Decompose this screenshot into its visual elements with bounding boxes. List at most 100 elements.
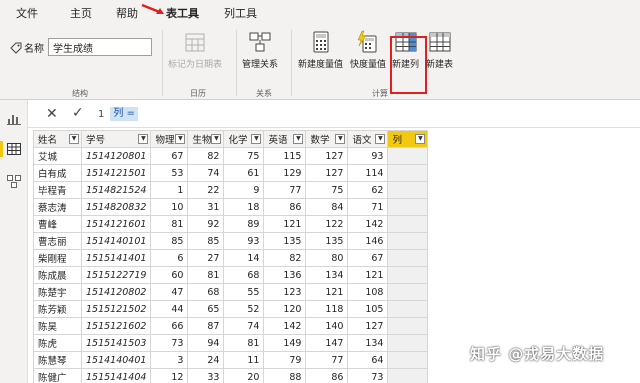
table-cell[interactable]: 135	[305, 232, 349, 250]
table-cell[interactable]: 陈昊	[33, 317, 82, 335]
table-cell[interactable]: 71	[347, 198, 389, 216]
table-cell[interactable]: 89	[223, 215, 265, 233]
table-cell[interactable]: 1514140101	[80, 232, 152, 250]
table-cell[interactable]: 94	[187, 334, 225, 352]
table-cell[interactable]: 121	[305, 283, 349, 301]
table-cell[interactable]: 75	[305, 181, 349, 199]
table-cell[interactable]: 93	[223, 232, 265, 250]
table-name-input[interactable]	[48, 38, 152, 56]
new-column-cell[interactable]	[387, 147, 429, 165]
new-column-cell[interactable]	[387, 232, 429, 250]
table-cell[interactable]: 1514121601	[80, 215, 152, 233]
table-cell[interactable]: 84	[305, 198, 349, 216]
table-cell[interactable]: 1514120801	[80, 147, 152, 165]
table-cell[interactable]: 67	[347, 249, 389, 267]
table-cell[interactable]: 121	[263, 215, 307, 233]
table-cell[interactable]: 1	[150, 181, 189, 199]
new-column-cell[interactable]	[387, 249, 429, 267]
table-cell[interactable]: 108	[347, 283, 389, 301]
bar-chart-icon[interactable]	[6, 110, 22, 126]
table-cell[interactable]: 86	[305, 368, 349, 383]
table-cell[interactable]: 曹峰	[33, 215, 82, 233]
table-cell[interactable]: 73	[347, 368, 389, 383]
new-measure-button[interactable]: 新建度量值	[298, 30, 343, 70]
table-cell[interactable]: 134	[305, 266, 349, 284]
column-header[interactable]: 学号 ▼	[80, 130, 152, 148]
table-cell[interactable]: 1514821524	[80, 181, 152, 199]
table-cell[interactable]: 74	[223, 317, 265, 335]
table-cell[interactable]: 14	[223, 249, 265, 267]
table-cell[interactable]: 9	[223, 181, 265, 199]
filter-dropdown-icon[interactable]: ▼	[211, 134, 222, 144]
table-cell[interactable]: 93	[347, 147, 389, 165]
table-cell[interactable]: 1515141404	[80, 368, 152, 383]
filter-dropdown-icon[interactable]: ▼	[69, 134, 79, 144]
table-cell[interactable]: 1514820832	[80, 198, 152, 216]
column-header[interactable]: 英语 ▼	[263, 130, 307, 148]
table-cell[interactable]: 136	[263, 266, 307, 284]
manage-relationships-button[interactable]: 管理关系	[242, 30, 278, 70]
new-column-cell[interactable]	[387, 334, 429, 352]
formula-input[interactable]: 1 列 =	[98, 106, 138, 122]
filter-dropdown-icon[interactable]: ▼	[335, 134, 346, 144]
table-cell[interactable]: 柴剛程	[33, 249, 82, 267]
table-cell[interactable]: 86	[263, 198, 307, 216]
table-cell[interactable]: 134	[347, 334, 389, 352]
menu-table-tools[interactable]: 表工具	[166, 5, 199, 26]
table-cell[interactable]: 92	[187, 215, 225, 233]
table-cell[interactable]: 127	[347, 317, 389, 335]
table-cell[interactable]: 87	[187, 317, 225, 335]
new-column-cell[interactable]	[387, 300, 429, 318]
table-cell[interactable]: 149	[263, 334, 307, 352]
table-cell[interactable]: 52	[223, 300, 265, 318]
table-cell[interactable]: 127	[305, 147, 349, 165]
table-cell[interactable]: 1515141401	[80, 249, 152, 267]
new-column-cell[interactable]	[387, 181, 429, 199]
table-cell[interactable]: 81	[223, 334, 265, 352]
table-cell[interactable]: 115	[263, 147, 307, 165]
table-cell[interactable]: 1515121602	[80, 317, 152, 335]
new-table-button[interactable]: 新建表	[426, 30, 453, 70]
new-column-cell[interactable]	[387, 164, 429, 182]
table-cell[interactable]: 129	[263, 164, 307, 182]
table-cell[interactable]: 62	[347, 181, 389, 199]
table-cell[interactable]: 蔡志涛	[33, 198, 82, 216]
menu-file[interactable]: 文件	[16, 5, 38, 21]
table-cell[interactable]: 曹志丽	[33, 232, 82, 250]
table-cell[interactable]: 64	[347, 351, 389, 369]
table-cell[interactable]: 1515141503	[80, 334, 152, 352]
table-cell[interactable]: 74	[187, 164, 225, 182]
table-cell[interactable]: 10	[150, 198, 189, 216]
filter-dropdown-icon[interactable]: ▼	[175, 134, 186, 144]
table-cell[interactable]: 66	[150, 317, 189, 335]
table-cell[interactable]: 陈慧琴	[33, 351, 82, 369]
table-cell[interactable]: 12	[150, 368, 189, 383]
table-cell[interactable]: 陈成晨	[33, 266, 82, 284]
table-cell[interactable]: 1514121501	[80, 164, 152, 182]
table-cell[interactable]: 142	[263, 317, 307, 335]
table-cell[interactable]: 55	[223, 283, 265, 301]
table-icon[interactable]	[6, 141, 22, 157]
filter-dropdown-icon[interactable]: ▼	[375, 134, 386, 144]
filter-dropdown-icon[interactable]: ▼	[415, 134, 426, 144]
new-column-cell[interactable]	[387, 198, 429, 216]
new-column-cell[interactable]	[387, 283, 429, 301]
table-cell[interactable]: 147	[305, 334, 349, 352]
table-cell[interactable]: 22	[187, 181, 225, 199]
table-cell[interactable]: 122	[305, 215, 349, 233]
menu-help[interactable]: 帮助	[116, 5, 138, 21]
column-header[interactable]: 数学 ▼	[305, 130, 349, 148]
table-cell[interactable]: 123	[263, 283, 307, 301]
table-cell[interactable]: 82	[187, 147, 225, 165]
table-cell[interactable]: 88	[263, 368, 307, 383]
quick-measure-button[interactable]: 快度量值	[350, 30, 386, 70]
table-cell[interactable]: 127	[305, 164, 349, 182]
table-cell[interactable]: 146	[347, 232, 389, 250]
menu-column-tools[interactable]: 列工具	[224, 5, 257, 21]
table-cell[interactable]: 1514140401	[80, 351, 152, 369]
column-header[interactable]: 列 ▼	[387, 130, 429, 148]
filter-dropdown-icon[interactable]: ▼	[293, 134, 304, 144]
new-column-cell[interactable]	[387, 351, 429, 369]
menu-home[interactable]: 主页	[70, 5, 92, 21]
table-cell[interactable]: 73	[150, 334, 189, 352]
